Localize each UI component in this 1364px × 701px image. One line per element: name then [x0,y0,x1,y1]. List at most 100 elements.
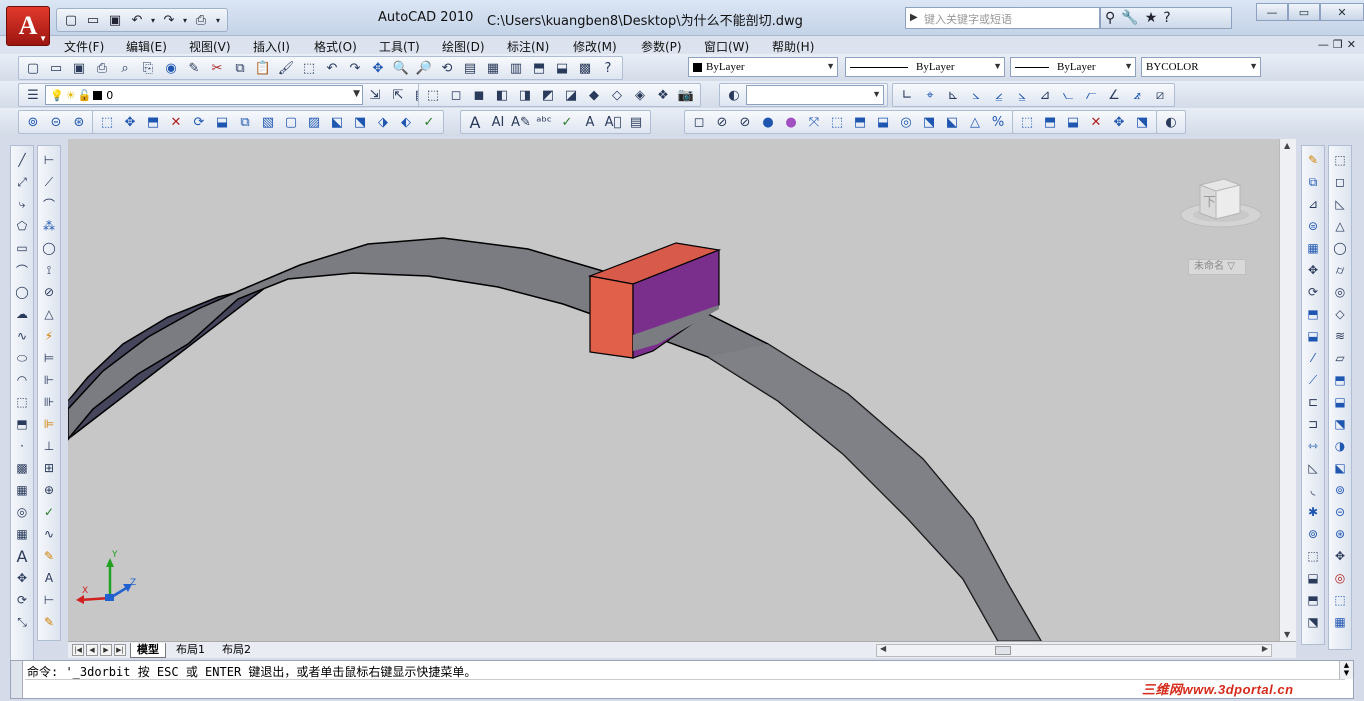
hatch-icon[interactable]: ▩ [12,458,32,478]
3d-array-icon[interactable]: ▦ [1330,612,1350,632]
cut-icon[interactable]: ✂ [206,58,228,78]
camera-icon[interactable]: 📷 [675,85,697,105]
cylinder-solid-icon[interactable]: ⌭ [1330,260,1350,280]
paper-icon[interactable]: ⬔ [1303,612,1323,632]
gradient-icon[interactable]: ▦ [12,480,32,500]
point-icon[interactable]: · [12,436,32,456]
3d-rotate-gizmo-icon[interactable]: ◎ [1330,568,1350,588]
help-icon[interactable]: ? [597,58,619,78]
pyramid-icon[interactable]: △ [964,112,986,132]
wrench-icon[interactable]: 🔧 [1121,10,1138,26]
aligned-dim-icon[interactable]: ⦣ [965,85,987,105]
construction-line-icon[interactable]: ⤢ [12,172,32,192]
star-icon[interactable]: ★ [1145,10,1158,26]
expand-icon[interactable]: ▶ [910,12,918,23]
match-properties-icon[interactable]: 🖌 [275,58,297,78]
render-sphere-icon[interactable]: ● [757,112,779,132]
scale-text-icon[interactable]: A⃞ [602,112,624,132]
tolerance-vertical-icon[interactable]: ⊥ [39,436,59,456]
multiline-text-icon[interactable]: A [464,112,486,132]
render-region-icon[interactable]: ⊘ [711,112,733,132]
intersect-solid-icon[interactable]: ⊛ [1330,524,1350,544]
scroll-thumb[interactable] [995,646,1011,655]
diameter-icon[interactable]: ⦧ [1080,85,1102,105]
slice-icon[interactable]: ✕ [1085,112,1107,132]
sun-icon[interactable]: ☀ [66,89,76,102]
3d-move-gizmo-icon[interactable]: ✥ [1330,546,1350,566]
paste-icon[interactable]: 📋 [252,58,274,78]
helix-solid-icon[interactable]: ≋ [1330,326,1350,346]
dim-jogged-icon[interactable]: ⟟ [39,260,59,280]
make-block-icon[interactable]: ⬒ [12,414,32,434]
arc-icon[interactable]: ⌒ [12,260,32,280]
scroll-left-icon[interactable]: ◀ [880,644,886,653]
line-icon[interactable]: ╱ [12,150,32,170]
front-view-icon[interactable]: ◩ [537,85,559,105]
materials-icon[interactable]: ● [780,112,802,132]
close-button[interactable]: ✕ [1320,3,1364,21]
new-file-icon[interactable]: ▢ [61,11,81,29]
thicken-icon[interactable]: ⬔ [1131,112,1153,132]
subtract-solid-icon[interactable]: ⊝ [1330,502,1350,522]
plotstyle-control[interactable]: BYCOLOR ▼ [1141,57,1261,77]
imprint-icon[interactable]: ⬕ [326,112,348,132]
dim-baseline-icon[interactable]: ⊨ [39,348,59,368]
open-icon[interactable]: ▭ [45,58,67,78]
save-icon[interactable]: ▣ [68,58,90,78]
linear-dim-icon[interactable]: ∟ [896,85,918,105]
menu-insert[interactable]: 插入(I) [253,38,290,55]
first-tab-icon[interactable]: |◀ [72,644,84,656]
scroll-up-icon[interactable]: ▲ [1284,141,1290,150]
wedge-solid-icon[interactable]: ◺ [1330,194,1350,214]
dim-edit-icon[interactable]: ∿ [39,524,59,544]
fillet-icon[interactable]: ◟ [1303,480,1323,500]
extrude-faces-icon[interactable]: ⬚ [96,112,118,132]
qat-dropdown-icon[interactable]: ▾ [213,11,223,29]
layout-icon[interactable]: ⬓ [1303,568,1323,588]
command-line-handle[interactable] [11,661,23,698]
move-object-icon[interactable]: ✥ [1303,260,1323,280]
cone-icon[interactable]: ⬓ [872,112,894,132]
layer-control[interactable]: 💡 ☀ 🔓 0 ▼ [45,85,363,105]
rectangle-icon[interactable]: ▭ [12,238,32,258]
quick-dimension-icon[interactable]: ⚡ [39,326,59,346]
extrude-icon[interactable]: ⬒ [1330,370,1350,390]
check-icon[interactable]: ✓ [418,112,440,132]
union-solid-icon[interactable]: ⊚ [1330,480,1350,500]
3d-move-icon[interactable]: ⬚ [1016,112,1038,132]
copy-edges-icon[interactable]: ▢ [280,112,302,132]
block-editor-icon[interactable]: ⬚ [298,58,320,78]
color-edges-icon[interactable]: ▨ [303,112,325,132]
menu-window[interactable]: 窗口(W) [704,38,749,55]
linetype-control[interactable]: ByLayer ▼ [845,57,1005,77]
last-tab-icon[interactable]: ▶| [114,644,126,656]
spline-icon[interactable]: ∿ [12,326,32,346]
separate-icon[interactable]: ⬗ [372,112,394,132]
visual-style-control[interactable]: ▼ [746,85,884,105]
dim-radius-icon[interactable]: ◯ [39,238,59,258]
mtext-icon[interactable]: A [12,546,32,566]
dim-break-icon[interactable]: ⊫ [39,414,59,434]
command-scroll-icon[interactable]: ▲ ▼ [1339,661,1353,679]
next-tab-icon[interactable]: ▶ [100,644,112,656]
light-icon[interactable]: ⊘ [734,112,756,132]
array-icon[interactable]: ▦ [1303,238,1323,258]
planar-surface-icon[interactable]: ▱ [1330,348,1350,368]
back-view-icon[interactable]: ◪ [560,85,582,105]
save-icon[interactable]: ▣ [105,11,125,29]
dim-update-icon[interactable]: A [39,568,59,588]
pan-icon[interactable]: ✥ [367,58,389,78]
zoom-window-icon[interactable]: 🔎 [413,58,435,78]
radius-icon[interactable]: ⊿ [1034,85,1056,105]
justify-text-icon[interactable]: ▤ [625,112,647,132]
baseline-dim-icon[interactable]: ⊾ [942,85,964,105]
lock-icon[interactable]: 🔓 [78,89,92,102]
scale-icon[interactable]: ⤡ [12,612,32,632]
menu-help[interactable]: 帮助(H) [772,38,814,55]
tab-layout1[interactable]: 布局1 [170,643,211,658]
menu-draw[interactable]: 绘图(D) [442,38,485,55]
find-text-icon[interactable]: ᵃᵇᶜ [533,112,555,132]
3d-align-solid-icon[interactable]: ⬚ [1330,590,1350,610]
intersect-icon[interactable]: ⊛ [68,112,90,132]
loft-icon[interactable]: ⬕ [1330,458,1350,478]
